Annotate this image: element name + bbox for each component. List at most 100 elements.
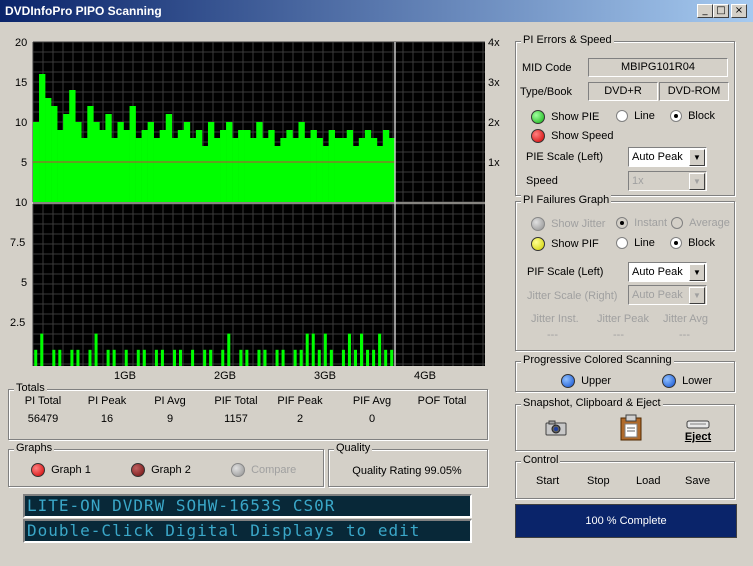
jitter-avg-label: Jitter Avg <box>663 313 709 325</box>
pif-bar <box>299 349 303 366</box>
pif-block-radio[interactable]: Block <box>670 237 715 250</box>
graph1-label: Graph 1 <box>51 463 91 476</box>
speed-value: 1x <box>632 175 644 187</box>
pie-bar <box>346 130 354 202</box>
pif-block-label: Block <box>688 237 715 249</box>
progress-text: 100 % Complete <box>585 515 667 527</box>
pif-scale-select[interactable]: Auto Peak ▼ <box>628 262 707 282</box>
pie-bar <box>165 114 173 202</box>
upper-toggle[interactable]: Upper <box>561 374 611 388</box>
jitter-avg-value: --- <box>679 329 690 341</box>
radio-selected-icon <box>616 217 628 230</box>
blue-led-icon <box>561 374 575 388</box>
show-pif-toggle[interactable]: Show PIF <box>531 237 599 251</box>
gray-led-icon <box>231 463 245 477</box>
pie-bar <box>45 98 52 202</box>
green-led-icon <box>531 110 545 124</box>
hint-display[interactable]: Double-Click Digital Displays to edit <box>23 519 472 543</box>
top-y-tick: 15 <box>15 77 28 89</box>
quality-rating: Quality Rating 99.05% <box>352 465 462 477</box>
graph1-toggle[interactable]: Graph 1 <box>31 463 91 477</box>
pif-bar <box>172 349 176 366</box>
graph2-toggle[interactable]: Graph 2 <box>131 463 191 477</box>
average-label: Average <box>689 217 730 229</box>
pie-scale-select[interactable]: Auto Peak ▼ <box>628 147 707 167</box>
jitter-average-radio[interactable]: Average <box>671 217 730 230</box>
show-speed-label: Show Speed <box>551 129 614 142</box>
pie-bar <box>87 106 94 202</box>
start-button[interactable]: Start <box>536 475 559 487</box>
instant-label: Instant <box>634 217 668 229</box>
show-speed-toggle[interactable]: Show Speed <box>531 129 613 143</box>
compare-toggle[interactable]: Compare <box>231 463 296 477</box>
drive-display[interactable]: LITE-ON DVDRW SOHW-1653S CS0R <box>23 494 472 518</box>
pif-bar <box>191 349 195 366</box>
pi-total-header: PI Total <box>24 395 62 407</box>
clipboard-icon[interactable] <box>618 414 644 442</box>
stop-button[interactable]: Stop <box>587 475 610 487</box>
speed-select[interactable]: 1x ▼ <box>628 171 707 191</box>
pie-block-radio[interactable]: Block <box>670 110 715 123</box>
show-jitter-toggle[interactable]: Show Jitter <box>531 217 605 231</box>
quality-legend: Quality <box>334 442 373 454</box>
camera-icon[interactable] <box>543 418 569 438</box>
pie-scale-label: PIE Scale (Left) <box>526 151 604 163</box>
pif-bar <box>34 349 38 366</box>
radio-icon <box>616 237 628 250</box>
pie-bar <box>352 146 360 202</box>
pif-line-radio[interactable]: Line <box>616 237 655 250</box>
pie-bar <box>177 130 185 202</box>
show-pie-label: Show PIE <box>551 110 600 123</box>
pie-bar <box>274 146 281 202</box>
pif-bar <box>124 349 128 366</box>
radio-selected-icon <box>670 110 682 123</box>
upper-label: Upper <box>581 374 612 387</box>
pif-total-value: 1157 <box>224 413 248 425</box>
radio-icon <box>671 217 683 230</box>
pif-bar <box>305 333 309 366</box>
control-legend: Control <box>521 454 561 466</box>
window-title: DVDInfoPro PIPO Scanning <box>5 4 162 18</box>
title-bar: DVDInfoPro PIPO Scanning _ □ × <box>0 0 753 22</box>
pif-bar <box>347 333 351 366</box>
minimize-button[interactable]: _ <box>697 4 713 18</box>
pie-bar <box>280 138 287 202</box>
pie-bar <box>189 138 197 202</box>
eject-button[interactable]: Eject <box>682 418 714 444</box>
maximize-button[interactable]: □ <box>713 4 729 18</box>
type-value: DVD+R <box>588 82 658 101</box>
pif-bar <box>58 349 62 366</box>
top-y-tick: 20 <box>15 37 28 49</box>
lower-toggle[interactable]: Lower <box>662 374 712 388</box>
pie-line-radio[interactable]: Line <box>616 110 655 123</box>
pif-scale-label: PIF Scale (Left) <box>527 266 604 278</box>
eject-icon <box>686 420 710 429</box>
pie-bar <box>123 130 130 202</box>
pie-bar <box>322 146 329 202</box>
x-tick: 3GB <box>314 370 337 382</box>
radio-icon <box>616 110 628 123</box>
jitter-instant-radio[interactable]: Instant <box>616 217 668 230</box>
load-button[interactable]: Load <box>636 475 660 487</box>
pie-bar <box>153 138 160 202</box>
pof-total-header: POF Total <box>417 395 467 407</box>
pif-bar <box>76 349 80 366</box>
jitter-inst-value: --- <box>547 329 558 341</box>
pie-bar <box>238 130 245 202</box>
pie-bar <box>135 138 142 202</box>
show-pie-toggle[interactable]: Show PIE <box>531 110 599 124</box>
pie-bar <box>244 130 251 202</box>
pif-bar <box>136 349 140 366</box>
close-button[interactable]: × <box>731 4 747 18</box>
pif-bar <box>112 349 116 366</box>
speed-tick: 3x <box>488 77 500 89</box>
jitter-scale-select[interactable]: Auto Peak ▼ <box>628 285 707 305</box>
save-button[interactable]: Save <box>685 475 710 487</box>
snapshot-legend: Snapshot, Clipboard & Eject <box>521 397 663 409</box>
red-led-icon <box>531 129 545 143</box>
chevron-down-icon: ▼ <box>689 287 705 304</box>
pif-avg-value: 0 <box>368 413 376 425</box>
pif-bar <box>311 333 315 366</box>
pif-bar <box>341 349 345 366</box>
pie-bar <box>201 146 209 202</box>
